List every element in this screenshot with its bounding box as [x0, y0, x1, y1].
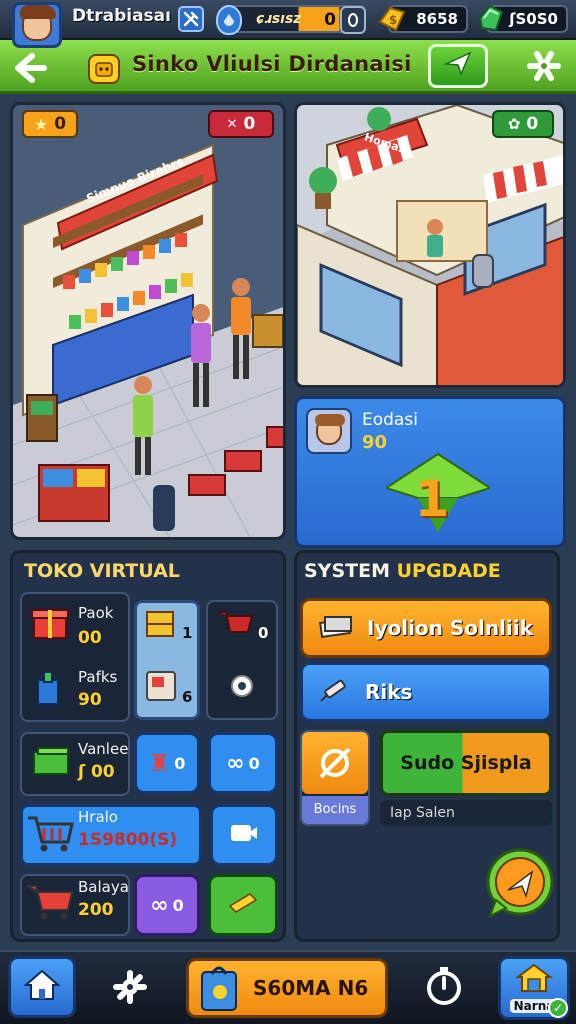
cost-badge-value: 0: [243, 114, 256, 134]
link-icon: ∞: [226, 750, 245, 776]
sudo-subtext: Iap Salen: [380, 800, 552, 826]
ticket-button[interactable]: [208, 874, 278, 936]
slot-5-count: 0: [248, 753, 260, 773]
upgrade-option-1-label: Iyolion Solnliik: [367, 616, 533, 640]
ticket-icon: [228, 892, 258, 918]
item-5-label: Balaya: [78, 878, 129, 896]
page-title: Sinko Vliulsi Dirdanaisi: [132, 52, 412, 76]
item-5-value: 200: [78, 900, 114, 920]
gem-value: ʃS0S0: [509, 10, 558, 28]
store-icon: [88, 54, 120, 84]
svg-text:$: $: [389, 13, 397, 27]
item-link-button[interactable]: ∞ 0: [208, 732, 278, 794]
energy-slot-icon: [340, 6, 366, 34]
item-fire-hydrant-button[interactable]: ♜ 0: [134, 732, 200, 794]
star-icon: ★: [33, 114, 49, 134]
wrench-icon[interactable]: [178, 6, 204, 32]
upgrade-option-1-button[interactable]: Iyolion Solnliik: [300, 598, 552, 658]
hydrant-icon: ♜: [148, 749, 171, 777]
store-exterior-illustration: [297, 105, 563, 385]
settings-cog-icon: [228, 672, 256, 700]
avatar-face-icon: [20, 5, 56, 41]
slot-4-count: 0: [174, 753, 186, 773]
clover-icon: ✿: [507, 115, 521, 133]
store-house-icon: [514, 963, 554, 999]
no-signal-icon: [302, 732, 368, 794]
check-badge-icon: ✓: [548, 998, 568, 1018]
bonus-label: Bocins: [302, 796, 368, 824]
system-title-a: SYSTEM: [304, 560, 390, 582]
shopping-cart-icon: [26, 812, 76, 856]
home-button[interactable]: [8, 956, 76, 1018]
item-4-value: 1S9800(S): [78, 830, 178, 850]
level-number: 1: [414, 470, 450, 528]
crate-icon: [144, 606, 178, 640]
item-2-value: 90: [78, 690, 102, 710]
energy-drop-icon: [216, 5, 242, 35]
upgrade-option-2-label: Riks: [365, 680, 413, 704]
send-fab-button[interactable]: [480, 846, 558, 922]
cost-badge[interactable]: ✕ 0: [208, 110, 274, 138]
item-3-label: Vanlee: [78, 740, 129, 758]
item-2-label: Pafks: [78, 668, 118, 686]
camera-icon: [229, 821, 259, 849]
timer-icon[interactable]: [422, 964, 466, 1008]
shopping-cart-red-icon: [24, 880, 76, 924]
send-icon: [443, 50, 473, 82]
sudo-toggle-button[interactable]: Sudo Sjispla: [380, 730, 552, 796]
machine-icon: [144, 668, 178, 704]
share-button[interactable]: [428, 44, 488, 88]
slot-3-count: 0: [258, 624, 269, 642]
item-1-label: Paok: [78, 604, 114, 622]
item-4-label: Hralo: [78, 808, 118, 826]
puzzle-gear-icon[interactable]: [108, 966, 152, 1008]
player-name: Dtrabiasaı: [72, 6, 171, 26]
syringe-icon: [317, 675, 353, 710]
bottle-icon: [32, 668, 68, 706]
gear-icon[interactable]: [522, 46, 566, 86]
camera-button[interactable]: [210, 804, 278, 866]
system-title: SYSTEM UPGDADE: [304, 560, 501, 582]
employee-name: Eodasi: [362, 410, 418, 430]
employee-avatar[interactable]: [306, 408, 352, 454]
employee-value: 90: [362, 432, 388, 453]
store-scene-right[interactable]: Homaso: [294, 102, 566, 388]
clover-badge-value: 0: [526, 114, 539, 134]
system-title-b: UPGDADE: [396, 560, 501, 582]
toko-title: TOKO VIRTUAL: [24, 560, 180, 582]
star-badge[interactable]: ★ 0: [22, 110, 78, 138]
energy-value: 0: [324, 10, 336, 30]
home-icon: [22, 967, 62, 1007]
clover-badge[interactable]: ✿ 0: [492, 110, 554, 138]
shopping-bag-icon: [196, 960, 244, 1016]
upgrade-option-2-button[interactable]: Riks: [300, 662, 552, 722]
gem-icon: [474, 2, 506, 34]
link-purple-icon: ∞: [150, 892, 169, 918]
slot-1-count: 1: [182, 624, 193, 642]
gift-box-icon: [30, 604, 70, 640]
cash-stack-icon: [30, 740, 72, 782]
sudo-toggle-label: Sudo Sjispla: [400, 752, 532, 774]
gold-icon: $: [376, 2, 408, 34]
shop-main-label: S60MA N6: [253, 976, 369, 1000]
item-1-value: 00: [78, 628, 102, 648]
slot-6-count: 0: [172, 895, 184, 915]
store-scene-left[interactable]: Simnuo Birahrs: [10, 102, 286, 540]
employee-face-icon: [315, 414, 345, 445]
energy-meter[interactable]: ɕɹsısz 0: [216, 5, 366, 35]
star-badge-value: 0: [54, 114, 67, 134]
link-purple-button[interactable]: ∞ 0: [134, 874, 200, 936]
cart-red-icon: [214, 606, 256, 642]
price-icon: ✕: [226, 116, 238, 132]
papers-icon: [317, 611, 355, 646]
player-avatar[interactable]: [12, 2, 62, 48]
gold-value: 8658: [416, 10, 458, 28]
slot-2-count: 6: [182, 688, 193, 706]
energy-label: ɕɹsısz: [256, 11, 302, 27]
back-arrow-icon[interactable]: [10, 50, 50, 86]
item-3-value: ʃ 00: [78, 762, 115, 782]
